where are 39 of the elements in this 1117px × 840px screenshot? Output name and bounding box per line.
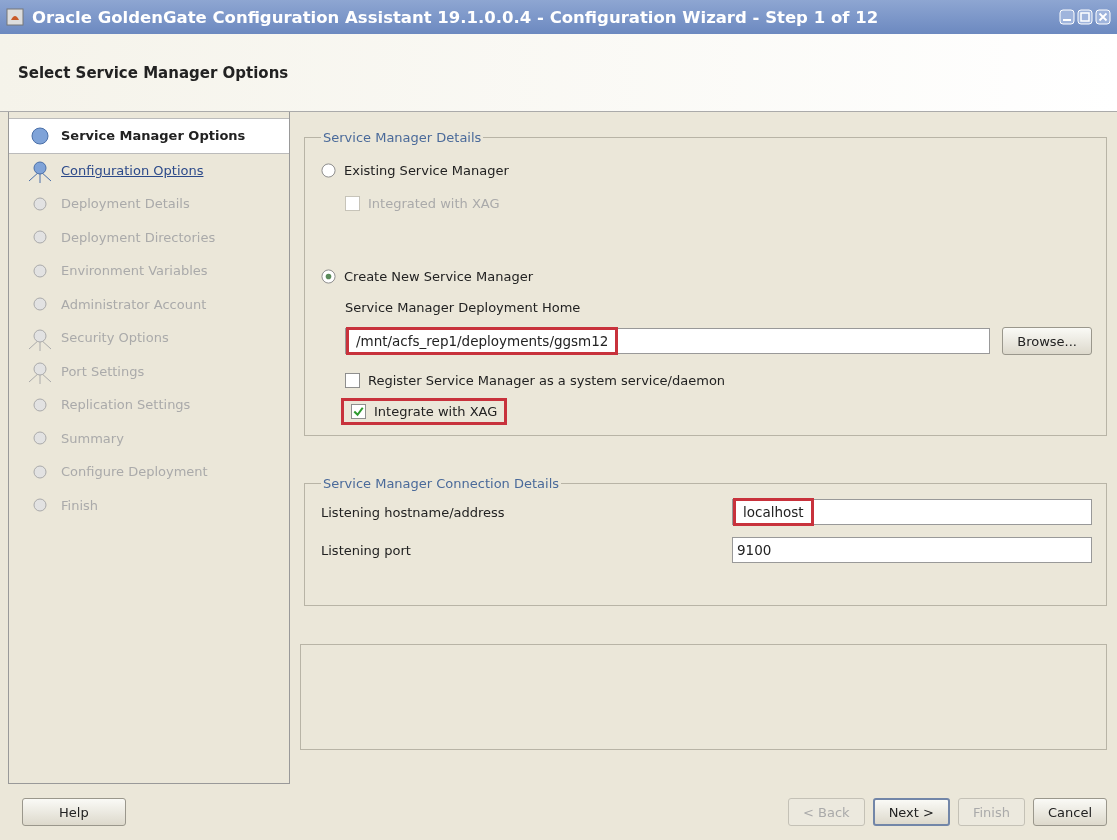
wizard-step: Replication Settings (9, 388, 289, 422)
radio-label: Existing Service Manager (344, 163, 509, 178)
group-legend: Service Manager Connection Details (321, 476, 562, 491)
wizard-step: Summary (9, 421, 289, 455)
radio-label: Create New Service Manager (344, 269, 533, 284)
input-field[interactable]: localhost (732, 499, 1092, 525)
page-title: Select Service Manager Options (18, 63, 289, 82)
wizard-step: Environment Variables (9, 254, 289, 288)
wizard-step: Administrator Account (9, 287, 289, 321)
app-icon (6, 8, 24, 26)
input-field[interactable]: /mnt/acfs_rep1/deployments/ggsm12 (345, 328, 991, 354)
group-legend: Service Manager Details (321, 130, 484, 145)
wizard-step: Port Settings (9, 354, 289, 388)
wizard-button[interactable]: Help (22, 798, 126, 826)
wizard-button[interactable]: Cancel (1032, 798, 1107, 826)
wizard-button[interactable]: Next > (872, 798, 950, 826)
checkbox[interactable] (351, 404, 366, 419)
checkbox-label: Register Service Manager as a system service/daemon (368, 373, 726, 388)
radio-button[interactable] (321, 163, 336, 178)
field-label: Listening port (321, 542, 412, 558)
wizard-step: Deployment Details (9, 187, 289, 221)
wizard-step: Security Options (9, 321, 289, 355)
checkbox-label: Integrated with XAG (368, 196, 500, 211)
window-title: Oracle GoldenGate Configuration Assistant 19.1.0.0.4 - Configuration Wizard - Step 1 of 12 (32, 7, 880, 27)
wizard-step: Deployment Directories (9, 220, 289, 254)
input-field[interactable]: 9100 (732, 537, 1092, 563)
wizard-step: Configure Deployment (9, 455, 289, 489)
radio-button[interactable] (321, 269, 336, 284)
field-label: Service Manager Deployment Home (345, 300, 582, 315)
checkbox-label: Integrate with XAG (374, 404, 498, 419)
wizard-step[interactable]: Configuration Options (9, 153, 289, 187)
field-label: Listening hostname/address (321, 504, 506, 520)
browse-button[interactable]: Browse... (1002, 327, 1092, 355)
maximize-icon[interactable] (1077, 9, 1093, 25)
wizard-step: Finish (9, 488, 289, 522)
minimize-icon[interactable] (1059, 9, 1075, 25)
close-icon[interactable] (1095, 9, 1111, 25)
wizard-step[interactable]: Service Manager Options (9, 118, 289, 154)
checkbox[interactable] (345, 373, 360, 388)
